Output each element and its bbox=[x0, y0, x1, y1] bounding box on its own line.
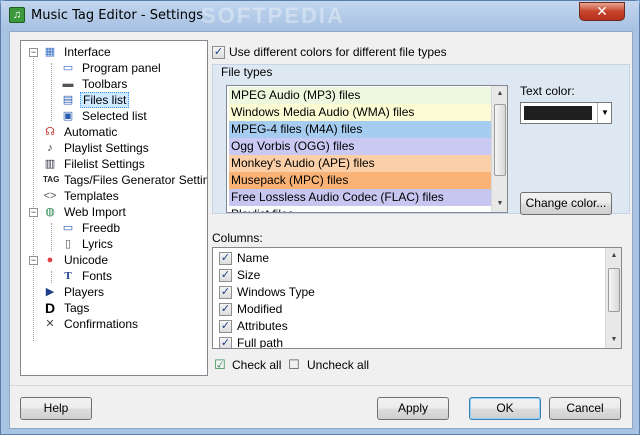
fonts-icon: T bbox=[64, 270, 72, 282]
column-label: Windows Type bbox=[237, 285, 315, 299]
freedb-icon: ▭ bbox=[62, 222, 74, 234]
file-type-item[interactable]: MPEG Audio (MP3) files bbox=[229, 87, 491, 104]
templates-icon: <> bbox=[43, 190, 57, 202]
tree-line bbox=[51, 223, 52, 251]
columns-label: Columns: bbox=[212, 231, 263, 245]
window-title: Music Tag Editor - Settings bbox=[31, 8, 204, 23]
scroll-up-arrow-icon[interactable]: ▲ bbox=[492, 86, 507, 102]
music-tag-app-icon: ♫ bbox=[9, 7, 25, 23]
unicode-icon: ● bbox=[46, 254, 54, 266]
column-label: Name bbox=[237, 251, 270, 265]
uncheck-all-button[interactable]: Uncheck all bbox=[307, 358, 369, 372]
column-checkbox[interactable]: ✓ bbox=[219, 252, 232, 265]
column-label: Full path bbox=[237, 336, 284, 349]
file-type-item[interactable]: Monkey's Audio (APE) files bbox=[229, 155, 491, 172]
columns-list[interactable]: ✓ Name ✓ Size ✓ Windows Type ✓ Modified ✓ Attribu… bbox=[212, 247, 622, 349]
use-colors-checkbox[interactable]: ✓ bbox=[212, 46, 225, 59]
text-color-picker[interactable]: ▼ bbox=[520, 102, 612, 124]
settings-tree[interactable]: − ▦ Interface ▭ Program panel ▬ Toolbars… bbox=[20, 40, 208, 376]
use-colors-label: Use different colors for different file … bbox=[229, 45, 447, 59]
column-label: Size bbox=[237, 268, 261, 282]
collapse-interface-toggle[interactable]: − bbox=[29, 48, 38, 57]
tag-generator-icon: TAG bbox=[43, 175, 60, 184]
collapse-unicode-toggle[interactable]: − bbox=[29, 256, 38, 265]
change-color-button[interactable]: Change color... bbox=[520, 192, 612, 215]
uncheck-all-icon[interactable]: ☐ bbox=[288, 357, 300, 373]
check-all-button[interactable]: Check all bbox=[232, 358, 281, 372]
tags-icon: D bbox=[44, 300, 56, 316]
players-icon: ▶ bbox=[45, 286, 55, 298]
column-checkbox[interactable]: ✓ bbox=[219, 337, 232, 348]
scroll-thumb[interactable] bbox=[608, 268, 620, 312]
selected-list-icon: ▣ bbox=[62, 110, 74, 122]
close-button[interactable]: ✕ bbox=[579, 2, 625, 21]
file-type-item[interactable]: Ogg Vorbis (OGG) files bbox=[229, 138, 491, 155]
column-checkbox[interactable]: ✓ bbox=[219, 286, 232, 299]
tree-line bbox=[51, 271, 52, 283]
tree-line bbox=[51, 63, 52, 121]
file-type-item[interactable]: Musepack (MPC) files bbox=[229, 172, 491, 189]
watermark: SOFTPEDIA bbox=[201, 3, 345, 28]
column-label: Modified bbox=[237, 302, 283, 316]
dropdown-arrow-icon[interactable]: ▼ bbox=[597, 103, 612, 123]
help-button[interactable]: Help bbox=[20, 397, 92, 420]
title-bar[interactable]: ♫ Music Tag Editor - Settings SOFTPEDIA … bbox=[1, 1, 639, 31]
web-import-icon: ◍ bbox=[45, 206, 55, 218]
toolbars-icon: ▬ bbox=[62, 78, 74, 90]
file-types-list[interactable]: MPEG Audio (MP3) files Windows Media Audi… bbox=[226, 85, 508, 213]
files-list-icon: ▤ bbox=[62, 94, 74, 106]
text-color-label: Text color: bbox=[520, 84, 575, 98]
tree-line bbox=[33, 55, 34, 341]
apply-button[interactable]: Apply bbox=[377, 397, 449, 420]
column-label: Attributes bbox=[237, 319, 288, 333]
button-separator bbox=[10, 385, 632, 386]
lyrics-icon: ▯ bbox=[64, 238, 72, 250]
file-types-scrollbar[interactable]: ▲ ▼ bbox=[491, 86, 507, 212]
confirmations-icon: ✕ bbox=[45, 318, 55, 330]
interface-icon: ▦ bbox=[44, 46, 56, 58]
cancel-button[interactable]: Cancel bbox=[549, 397, 621, 420]
column-checkbox[interactable]: ✓ bbox=[219, 320, 232, 333]
columns-scrollbar[interactable]: ▲ ▼ bbox=[605, 248, 621, 348]
file-type-item[interactable]: Playlist files bbox=[229, 206, 491, 212]
scroll-down-arrow-icon[interactable]: ▼ bbox=[492, 196, 507, 212]
scroll-up-arrow-icon[interactable]: ▲ bbox=[606, 248, 621, 264]
filelist-icon: ▥ bbox=[44, 158, 56, 170]
ok-button[interactable]: OK bbox=[469, 397, 541, 420]
scroll-thumb[interactable] bbox=[494, 104, 506, 176]
playlist-icon: ♪ bbox=[47, 142, 53, 154]
text-color-swatch bbox=[524, 106, 592, 120]
file-type-item[interactable]: Free Lossless Audio Codec (FLAC) files bbox=[229, 189, 491, 206]
check-all-icon[interactable]: ☑ bbox=[214, 357, 226, 373]
file-types-label: File types bbox=[221, 65, 273, 79]
scroll-down-arrow-icon[interactable]: ▼ bbox=[606, 332, 621, 348]
automatic-icon: ☊ bbox=[45, 126, 55, 138]
collapse-web-import-toggle[interactable]: − bbox=[29, 208, 38, 217]
file-type-item[interactable]: Windows Media Audio (WMA) files bbox=[229, 104, 491, 121]
column-checkbox[interactable]: ✓ bbox=[219, 303, 232, 316]
program-panel-icon: ▭ bbox=[62, 62, 74, 74]
dialog-client-area: − ▦ Interface ▭ Program panel ▬ Toolbars… bbox=[9, 31, 633, 429]
settings-window: ♫ Music Tag Editor - Settings SOFTPEDIA … bbox=[0, 0, 640, 435]
column-checkbox[interactable]: ✓ bbox=[219, 269, 232, 282]
file-type-item[interactable]: MPEG-4 files (M4A) files bbox=[229, 121, 491, 138]
